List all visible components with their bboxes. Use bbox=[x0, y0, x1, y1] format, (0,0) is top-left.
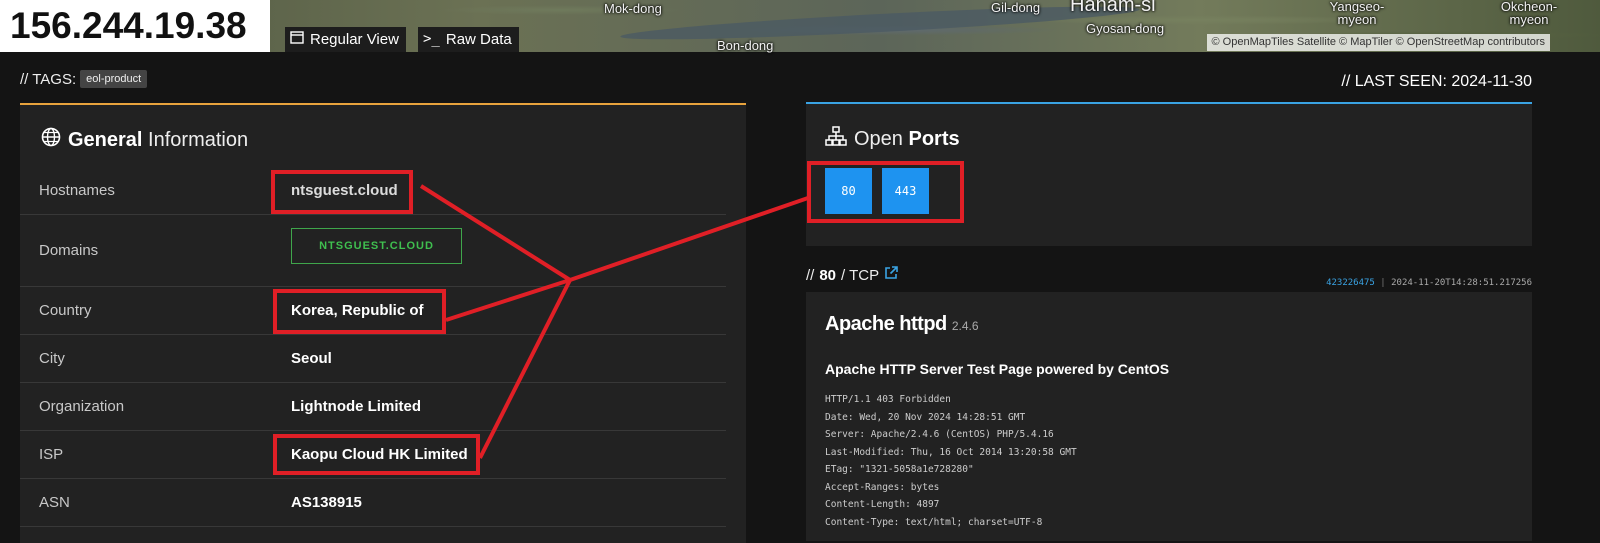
info-row-country: Country Korea, Republic of bbox=[20, 286, 726, 335]
info-label: Country bbox=[39, 302, 92, 319]
map-label-hanam-si: Hanam-si bbox=[1070, 0, 1156, 16]
regular-view-label: Regular View bbox=[310, 31, 399, 48]
info-label: ASN bbox=[39, 494, 70, 511]
map-river bbox=[619, 0, 1141, 46]
map-label-gil-dong: Gil-dong bbox=[991, 0, 1041, 15]
general-title-rest: Information bbox=[148, 128, 249, 151]
map-label-bon-dong: Bon-dong bbox=[717, 38, 774, 53]
hostname-value[interactable]: ntsguest.cloud bbox=[291, 182, 398, 199]
info-label: Hostnames bbox=[39, 182, 115, 199]
open-ports-title: Open Ports bbox=[825, 126, 960, 152]
network-icon bbox=[825, 126, 847, 152]
general-title-bold: General bbox=[68, 128, 143, 151]
map-label-okcheon-myeon: Okcheon-myeon bbox=[1500, 0, 1558, 27]
info-label: ISP bbox=[39, 446, 64, 463]
domain-badge[interactable]: NTSGUEST.CLOUD bbox=[291, 228, 462, 264]
service-banner: HTTP/1.1 403 Forbidden Date: Wed, 20 Nov… bbox=[825, 394, 1077, 528]
info-row-hostnames: Hostnames ntsguest.cloud bbox=[20, 166, 726, 215]
service-protocol: / TCP bbox=[841, 266, 880, 284]
service-page-title: Apache HTTP Server Test Page powered by … bbox=[825, 361, 1170, 377]
info-label: Domains bbox=[39, 242, 99, 259]
terminal-icon: >_ bbox=[423, 31, 440, 47]
map-attribution[interactable]: © OpenMapTiles Satellite © MapTiler © Op… bbox=[1206, 34, 1550, 51]
service-hash[interactable]: 423226475 bbox=[1326, 278, 1375, 288]
window-icon bbox=[290, 27, 304, 52]
map-label-mok-dong: Mok-dong bbox=[604, 1, 662, 16]
tags-prefix: // TAGS: bbox=[20, 70, 77, 88]
isp-value: Kaopu Cloud HK Limited bbox=[291, 446, 468, 463]
port-80-button[interactable]: 80 bbox=[825, 168, 872, 214]
last-seen: // LAST SEEN: 2024-11-30 bbox=[1341, 73, 1532, 90]
ports-title-bold: Ports bbox=[908, 127, 960, 150]
info-row-city: City Seoul bbox=[20, 334, 726, 383]
organization-value: Lightnode Limited bbox=[291, 398, 421, 415]
raw-data-label: Raw Data bbox=[445, 31, 512, 48]
ports-title-rest: Open bbox=[854, 127, 903, 150]
country-value: Korea, Republic of bbox=[291, 302, 424, 319]
globe-icon bbox=[41, 127, 61, 153]
city-value: Seoul bbox=[291, 350, 332, 367]
external-link-icon[interactable] bbox=[884, 266, 898, 284]
port-443-button[interactable]: 443 bbox=[882, 168, 929, 214]
tag-chip[interactable]: eol-product bbox=[80, 70, 148, 88]
service-timestamp: 2024-11-20T14:28:51.217256 bbox=[1391, 278, 1532, 288]
service-port: 80 bbox=[819, 266, 837, 284]
raw-data-button[interactable]: >_ Raw Data bbox=[418, 27, 519, 52]
map-label-gyosan-dong: Gyosan-dong bbox=[1086, 21, 1165, 36]
map-label-yangseo-myeon: Yangseo-myeon bbox=[1329, 0, 1385, 27]
service-panel: Apache httpd 2.4.6 Apache HTTP Server Te… bbox=[806, 292, 1532, 541]
info-label: Organization bbox=[39, 398, 125, 415]
info-row-isp: ISP Kaopu Cloud HK Limited bbox=[20, 430, 726, 479]
asn-value[interactable]: AS138915 bbox=[291, 494, 362, 511]
ip-address-title: 156.244.19.38 bbox=[0, 0, 270, 52]
general-information-title: General Information bbox=[41, 127, 248, 153]
service-product: Apache httpd 2.4.6 bbox=[825, 313, 979, 336]
product-name: Apache httpd bbox=[825, 313, 947, 335]
info-row-organization: Organization Lightnode Limited bbox=[20, 382, 726, 431]
tags-row: // TAGS: eol-product bbox=[20, 70, 148, 88]
service-meta: 423226475 | 2024-11-20T14:28:51.217256 bbox=[1326, 278, 1532, 288]
service-heading: // 80 / TCP bbox=[806, 266, 898, 284]
product-version: 2.4.6 bbox=[951, 319, 979, 333]
info-label: City bbox=[39, 350, 65, 367]
info-row-asn: ASN AS138915 bbox=[20, 478, 726, 527]
service-prefix: // bbox=[806, 266, 815, 284]
regular-view-button[interactable]: Regular View bbox=[285, 27, 406, 52]
